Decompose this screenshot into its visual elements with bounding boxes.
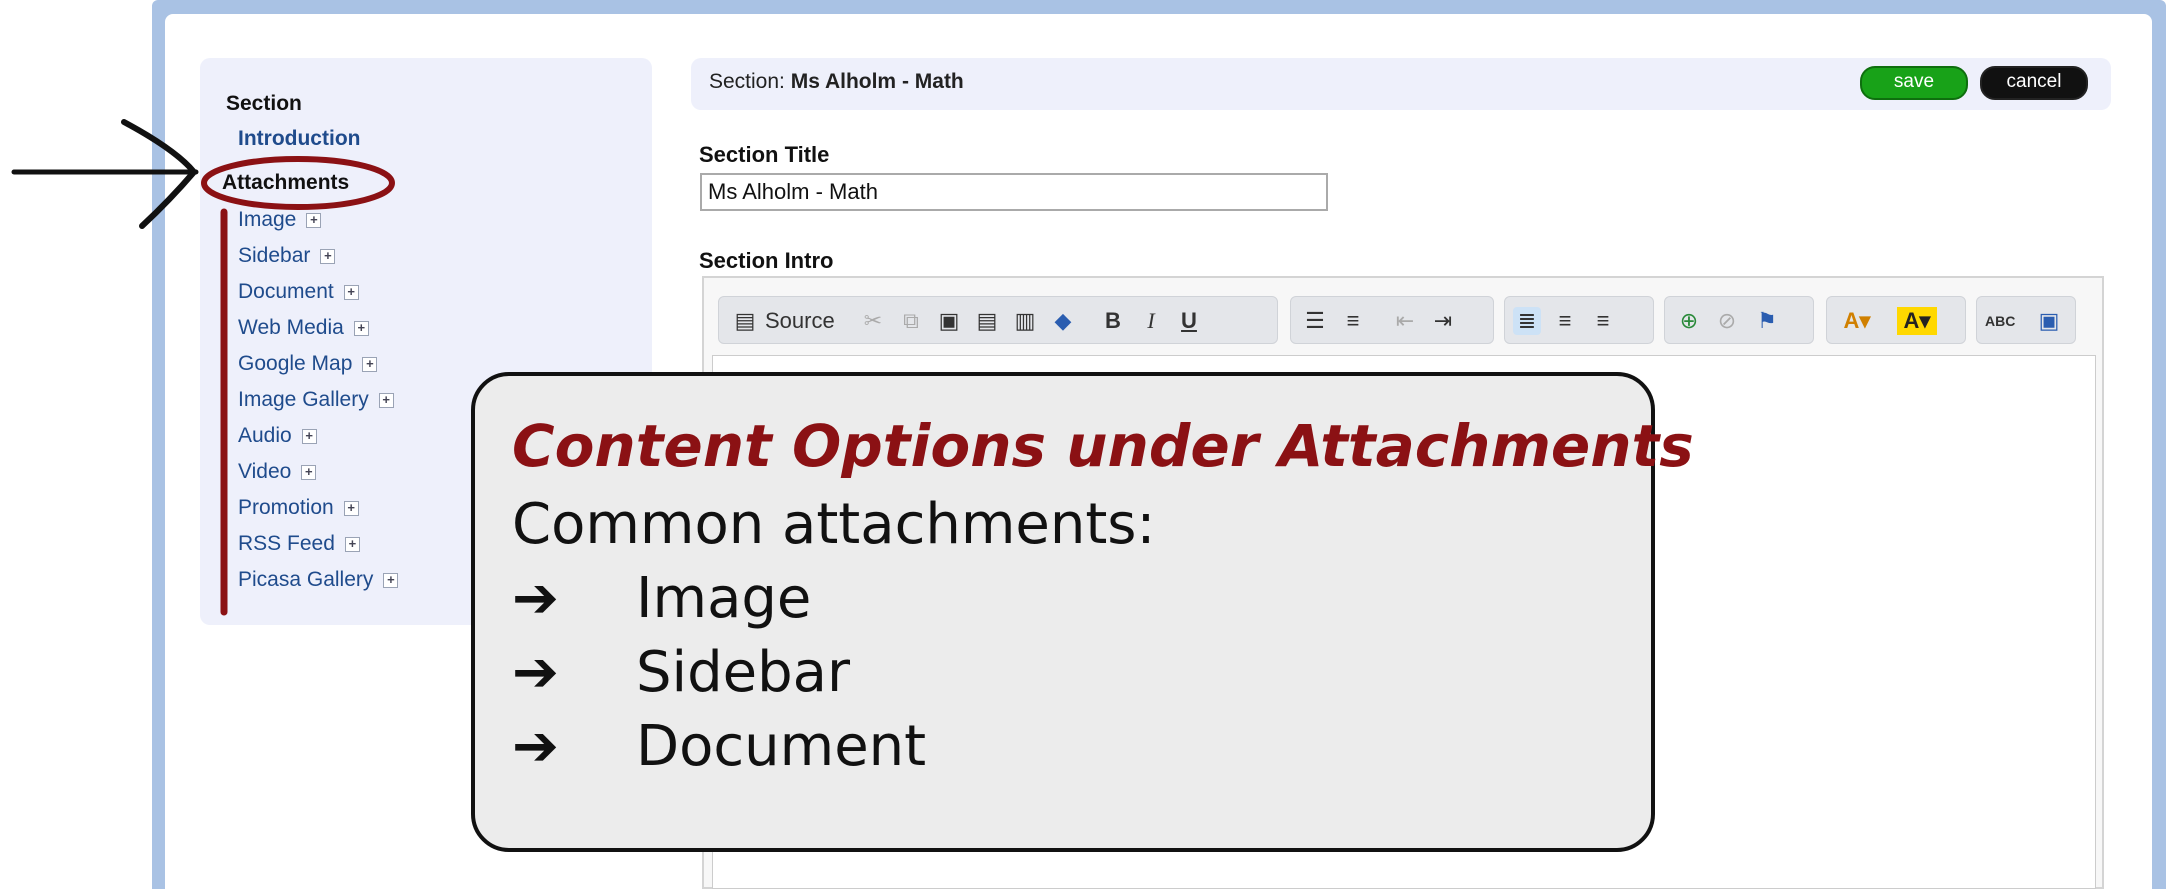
- callout-item-label: Sidebar: [636, 640, 850, 705]
- attachment-item-web-media[interactable]: Web Media +: [238, 313, 398, 349]
- indent-icon[interactable]: ⇥: [1429, 307, 1457, 335]
- align-left-icon[interactable]: ≣: [1513, 307, 1541, 335]
- attachment-label[interactable]: Google Map: [238, 352, 352, 375]
- sidebar-heading: Section: [226, 92, 302, 115]
- attachment-item-document[interactable]: Document +: [238, 277, 398, 313]
- paste-word-icon[interactable]: ▥: [1011, 307, 1039, 335]
- paste-text-icon[interactable]: ▤: [973, 307, 1001, 335]
- plus-icon[interactable]: +: [383, 572, 399, 588]
- attachment-item-sidebar[interactable]: Sidebar +: [238, 241, 398, 277]
- toolbar-group-lists: ☰ ≡ ⇤ ⇥: [1290, 296, 1494, 344]
- save-button[interactable]: save: [1860, 66, 1968, 100]
- section-prefix: Section:: [709, 70, 791, 93]
- attachment-item-audio[interactable]: Audio +: [238, 421, 398, 457]
- attachment-item-image[interactable]: Image +: [238, 205, 398, 241]
- callout-item: ➔ Image: [512, 566, 811, 631]
- toolbar-group-links: ⊕ ⊘ ⚑: [1664, 296, 1814, 344]
- cut-icon[interactable]: ✂: [859, 307, 887, 335]
- attachment-item-picasa-gallery[interactable]: Picasa Gallery +: [238, 565, 399, 601]
- plus-icon[interactable]: +: [362, 356, 378, 372]
- attachment-label[interactable]: Picasa Gallery: [238, 568, 373, 591]
- right-arrow-icon: ➔: [512, 640, 559, 705]
- plus-icon[interactable]: +: [320, 248, 336, 264]
- attachment-item-video[interactable]: Video +: [238, 457, 398, 493]
- attachment-item-image-gallery[interactable]: Image Gallery +: [238, 385, 398, 421]
- plus-icon[interactable]: +: [353, 320, 369, 336]
- callout-item: ➔ Sidebar: [512, 640, 850, 705]
- link-icon[interactable]: ⊕: [1675, 307, 1703, 335]
- align-center-icon[interactable]: ≡: [1551, 307, 1579, 335]
- attachment-item-promotion[interactable]: Promotion +: [238, 493, 398, 529]
- section-intro-label: Section Intro: [699, 248, 834, 273]
- right-arrow-icon: ➔: [512, 566, 559, 631]
- bullet-list-icon[interactable]: ☰: [1301, 307, 1329, 335]
- callout-item: ➔ Document: [512, 714, 926, 779]
- eraser-icon[interactable]: ◆: [1049, 307, 1077, 335]
- callout-item-label: Document: [636, 714, 927, 779]
- plus-icon[interactable]: +: [301, 464, 317, 480]
- attachment-label[interactable]: Web Media: [238, 316, 344, 339]
- plus-icon[interactable]: +: [301, 428, 317, 444]
- plus-icon[interactable]: +: [306, 212, 322, 228]
- maximize-icon[interactable]: ▣: [2035, 307, 2063, 335]
- plus-icon[interactable]: +: [343, 500, 359, 516]
- attachment-item-google-map[interactable]: Google Map +: [238, 349, 398, 385]
- callout-subtitle: Common attachments:: [512, 492, 1156, 557]
- align-right-icon[interactable]: ≡: [1589, 307, 1617, 335]
- attachment-label[interactable]: Sidebar: [238, 244, 310, 267]
- background-color-icon[interactable]: A▾: [1897, 307, 1937, 335]
- plus-icon[interactable]: +: [343, 284, 359, 300]
- callout-item-label: Image: [636, 566, 812, 631]
- sidebar-item-introduction[interactable]: Introduction: [238, 127, 360, 151]
- section-breadcrumb: Section: Ms Alholm - Math: [709, 70, 964, 94]
- source-button[interactable]: Source: [765, 307, 835, 335]
- callout-title: Content Options under Attachments: [512, 412, 1694, 480]
- unlink-icon[interactable]: ⊘: [1713, 307, 1741, 335]
- toolbar-group-colors: A▾ A▾: [1826, 296, 1966, 344]
- attachment-label[interactable]: Image: [238, 208, 296, 231]
- outdent-icon[interactable]: ⇤: [1391, 307, 1419, 335]
- copy-icon[interactable]: ⧉: [897, 307, 925, 335]
- toolbar-group-tools: ABC ▣: [1976, 296, 2076, 344]
- toolbar-group-edit: ▤ Source ✂ ⧉ ▣ ▤ ▥ ◆ B I U: [718, 296, 1278, 344]
- section-title-input[interactable]: [700, 173, 1328, 211]
- plus-icon[interactable]: +: [378, 392, 394, 408]
- section-name: Ms Alholm - Math: [790, 70, 964, 93]
- right-arrow-icon: ➔: [512, 714, 559, 779]
- attachment-item-rss-feed[interactable]: RSS Feed +: [238, 529, 398, 565]
- attachment-list: Image + Sidebar + Document + Web Media + Goo…: [238, 205, 399, 601]
- cancel-button[interactable]: cancel: [1980, 66, 2088, 100]
- anchor-flag-icon[interactable]: ⚑: [1753, 307, 1781, 335]
- attachment-label[interactable]: RSS Feed: [238, 532, 335, 555]
- numbered-list-icon[interactable]: ≡: [1339, 307, 1367, 335]
- section-title-label: Section Title: [699, 142, 830, 167]
- attachment-label[interactable]: Audio: [238, 424, 292, 447]
- toolbar-group-align: ≣ ≡ ≡: [1504, 296, 1654, 344]
- italic-icon[interactable]: I: [1137, 307, 1165, 335]
- text-color-icon[interactable]: A▾: [1837, 307, 1877, 335]
- underline-icon[interactable]: U: [1175, 307, 1203, 335]
- bold-icon[interactable]: B: [1099, 307, 1127, 335]
- plus-icon[interactable]: +: [344, 536, 360, 552]
- attachment-label[interactable]: Promotion: [238, 496, 334, 519]
- spellcheck-icon[interactable]: ABC: [1985, 307, 2015, 335]
- sidebar-item-attachments[interactable]: Attachments: [222, 171, 349, 195]
- attachment-label[interactable]: Document: [238, 280, 334, 303]
- paste-icon[interactable]: ▣: [935, 307, 963, 335]
- attachment-label[interactable]: Video: [238, 460, 291, 483]
- attachment-label[interactable]: Image Gallery: [238, 388, 369, 411]
- source-icon[interactable]: ▤: [731, 307, 759, 335]
